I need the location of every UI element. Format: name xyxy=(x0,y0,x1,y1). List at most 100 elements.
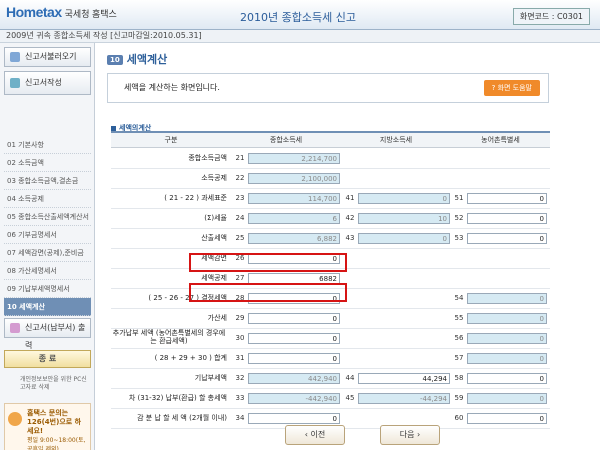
rural-tax-field[interactable]: 0 xyxy=(467,233,547,244)
local-tax-field: 10 xyxy=(358,213,450,224)
table-row: (Σ)세율 24 6 42 10 52 0 xyxy=(111,209,550,229)
line-code: 51 xyxy=(454,194,464,202)
print-label: 신고서(납부서) 출력 xyxy=(25,323,86,350)
line-code: 41 xyxy=(345,194,355,202)
line-code: 33 xyxy=(235,394,245,402)
income-tax-field[interactable]: 0 xyxy=(248,413,340,424)
document-icon xyxy=(10,78,20,88)
helpdesk-box: 홈택스 문의는 126(4번)으로 하세요! 평일 9:00~18:00(토,공… xyxy=(4,403,91,450)
filing-period-bar: 2009년 귀속 종합소득세 작성 [신고마감일:2010.05.31] xyxy=(0,30,600,43)
nav-item[interactable]: 05 종합소득산출세액계산서 xyxy=(4,208,91,226)
logo-text: Hometax xyxy=(6,4,62,20)
income-tax-field[interactable]: 0 xyxy=(248,333,340,344)
prev-button[interactable]: ‹ 이전 xyxy=(285,425,345,445)
rural-tax-field[interactable]: 0 xyxy=(467,413,547,424)
write-return-button[interactable]: 신고서작성 xyxy=(4,71,91,95)
sidebar: 신고서불러오기 신고서작성 01 기본사항 02 소득금액 03 종합소득금액,… xyxy=(0,43,95,450)
pc-data-delete-label: 개인정보보안을 위한 PC신고자료 삭제 xyxy=(20,376,87,391)
income-tax-field: 114,700 xyxy=(248,193,340,204)
table-row: ( 28 + 29 + 30 ) 합계 31 0 57 0 xyxy=(111,349,550,369)
table-row: 산출세액 25 6,882 43 0 53 0 xyxy=(111,229,550,249)
row-label: 추가납부 세액 (농어촌특별세의 경우에는 환급세액) xyxy=(112,329,226,345)
info-text: 세액을 계산하는 화면입니다. xyxy=(124,83,220,92)
income-tax-field: 6,882 xyxy=(248,233,340,244)
line-code: 29 xyxy=(235,314,245,322)
line-code: 58 xyxy=(454,374,464,382)
nav-item[interactable]: 09 기납부세액명세서 xyxy=(4,280,91,298)
line-code: 23 xyxy=(235,194,245,202)
col-header-income-tax: 종합소득세 xyxy=(269,136,303,144)
screen-help-button[interactable]: ? 화면 도움말 xyxy=(483,80,540,96)
write-return-label: 신고서작성 xyxy=(25,78,62,87)
col-header-rural-tax: 농어촌특별세 xyxy=(481,136,520,144)
app-header: Hometax 국세청 홈택스 2010년 종합소득세 신고 화면코드 : C03… xyxy=(0,0,600,30)
rural-tax-field: 0 xyxy=(467,353,547,364)
line-code: 56 xyxy=(454,334,464,342)
line-code: 42 xyxy=(345,214,355,222)
pc-data-delete-link[interactable]: 개인정보보안을 위한 PC신고자료 삭제 xyxy=(4,374,91,400)
rural-tax-field[interactable]: 0 xyxy=(467,193,547,204)
info-box: 세액을 계산하는 화면입니다. ? 화면 도움말 xyxy=(107,73,549,103)
exit-label: 종 료 xyxy=(38,354,57,363)
line-code: 44 xyxy=(345,374,355,382)
local-tax-field[interactable]: 44,294 xyxy=(358,373,450,384)
line-code: 57 xyxy=(454,354,464,362)
rural-tax-field[interactable]: 0 xyxy=(467,373,547,384)
rural-tax-field: 0 xyxy=(467,293,547,304)
nav-item[interactable]: 02 소득금액 xyxy=(4,154,91,172)
row-label: 가산세 xyxy=(207,314,227,322)
next-button[interactable]: 다음 › xyxy=(380,425,440,445)
print-button[interactable]: 신고서(납부서) 출력 xyxy=(4,318,91,350)
line-code: 54 xyxy=(454,294,464,302)
row-label: 산출세액 xyxy=(201,234,227,242)
table-row: 가산세 29 0 55 0 xyxy=(111,309,550,329)
nav-item[interactable]: 08 가산세명세서 xyxy=(4,262,91,280)
income-tax-field[interactable]: 0 xyxy=(248,313,340,324)
exit-button[interactable]: 종 료 xyxy=(4,350,91,368)
highlight-tax-credit xyxy=(189,283,347,302)
line-code: 25 xyxy=(235,234,245,242)
highlight-computed-tax xyxy=(189,253,347,272)
income-tax-field: 6 xyxy=(248,213,340,224)
tax-calculation-table: 구분 종합소득세 지방소득세 농어촌특별세 종합소득금액 21 2,214,700 소… xyxy=(111,131,550,429)
line-code: 32 xyxy=(235,374,245,382)
line-code: 21 xyxy=(235,154,245,162)
hometax-logo[interactable]: Hometax 국세청 홈택스 xyxy=(6,4,117,20)
line-code: 59 xyxy=(454,394,464,402)
nav-item[interactable]: 06 기부금명세서 xyxy=(4,226,91,244)
income-tax-field: -442,940 xyxy=(248,393,340,404)
line-code: 52 xyxy=(454,214,464,222)
helpdesk-hours: 평일 9:00~18:00(토,공휴일 제외) xyxy=(27,437,86,450)
rural-tax-field: 0 xyxy=(467,333,547,344)
nav-item[interactable]: 03 종합소득금액,결손금 xyxy=(4,172,91,190)
nav-item[interactable]: 04 소득공제 xyxy=(4,190,91,208)
col-header-category: 구분 xyxy=(164,136,178,144)
nav-item[interactable]: 01 기본사항 xyxy=(4,136,91,154)
table-header: 구분 종합소득세 지방소득세 농어촌특별세 xyxy=(111,133,550,148)
row-label: 소득공제 xyxy=(201,174,227,182)
line-code: 34 xyxy=(235,414,245,422)
table-row: 소득공제 22 2,100,000 xyxy=(111,169,550,189)
load-return-label: 신고서불러오기 xyxy=(25,52,77,61)
income-tax-field: 442,940 xyxy=(248,373,340,384)
table-row: 종합소득금액 21 2,214,700 xyxy=(111,149,550,169)
nav-item[interactable]: 07 세액감면(공제),준비금 xyxy=(4,244,91,262)
local-tax-field: -44,294 xyxy=(358,393,450,404)
line-code: 45 xyxy=(345,394,355,402)
table-row: 추가납부 세액 (농어촌특별세의 경우에는 환급세액) 30 0 56 0 xyxy=(111,329,550,349)
rural-tax-field[interactable]: 0 xyxy=(467,213,547,224)
section-number: 10 xyxy=(107,55,123,65)
row-label: ( 28 + 29 + 30 ) 합계 xyxy=(154,354,227,362)
line-code: 31 xyxy=(235,354,245,362)
load-return-button[interactable]: 신고서불러오기 xyxy=(4,47,91,67)
line-code: 22 xyxy=(235,174,245,182)
local-tax-field: 0 xyxy=(358,233,450,244)
logo-subtitle: 국세청 홈택스 xyxy=(64,9,117,19)
table-row: 기납부세액 32 442,940 44 44,294 58 0 xyxy=(111,369,550,389)
line-code: 60 xyxy=(454,414,464,422)
main-content: 10 세액계산 세액을 계산하는 화면입니다. ? 화면 도움말 세액의계산 구분… xyxy=(95,43,600,450)
rural-tax-field: 0 xyxy=(467,393,547,404)
col-header-local-tax: 지방소득세 xyxy=(379,136,413,144)
nav-item-active[interactable]: 10 세액계산 xyxy=(4,298,91,316)
income-tax-field[interactable]: 0 xyxy=(248,353,340,364)
